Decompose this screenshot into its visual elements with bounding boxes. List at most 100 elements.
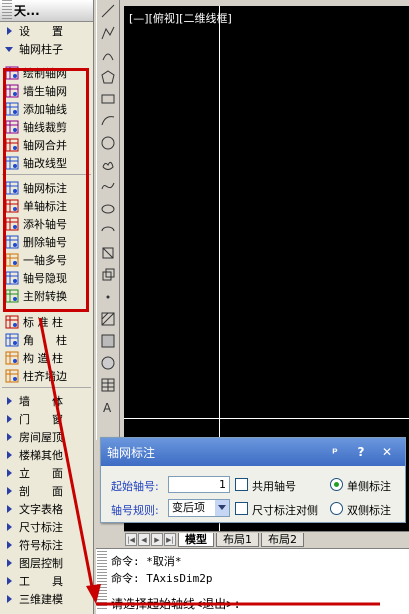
menu-item-label: 文字表格 [19,503,63,516]
axis-merge-icon [5,138,19,152]
prev-tab-icon[interactable]: ◀ [138,533,150,546]
tab-model[interactable]: 模型 [178,532,214,547]
triangle-right-icon [5,448,13,462]
menu-item[interactable]: 设 置 [0,22,93,40]
menu-item[interactable]: 一轴多号 [0,251,93,269]
menu-item[interactable]: 轴线裁剪 [0,118,93,136]
wall-axis-icon [5,84,19,98]
menu-item[interactable]: 主附转换 [0,287,93,305]
menu-item[interactable]: 工 具 [0,572,93,590]
menu-item[interactable]: 三维建模 [0,590,93,608]
menu-item[interactable]: 墙 体 [0,392,93,410]
viewport-label[interactable]: [—][俯视][二维线框] [129,10,232,26]
rule-select[interactable]: 变后项 [168,499,230,517]
menu-item[interactable]: 房间屋顶 [0,428,93,446]
axis-linetype-icon [5,156,19,170]
table-icon[interactable] [98,374,118,396]
polyline-icon[interactable] [98,22,118,44]
tab-layout2[interactable]: 布局2 [261,532,304,547]
drag-grip-icon[interactable] [2,0,12,21]
grid-draw-icon [5,66,19,80]
mtext-icon[interactable]: A [98,396,118,418]
single-side-radio[interactable] [330,478,343,491]
triangle-right-icon [5,412,13,426]
menu-item-label: 添加轴线 [23,103,67,116]
corner-column-icon [5,333,19,347]
circle-icon[interactable] [98,132,118,154]
menu-item[interactable]: 轴改线型 [0,154,93,172]
make-block-icon[interactable] [98,264,118,286]
triangle-right-icon [5,394,13,408]
polygon-icon[interactable] [98,66,118,88]
command-line[interactable]: 命令: *取消* 命令: TAxisDim2p 请选择起始轴线<退出>: [96,548,409,614]
line-icon[interactable] [98,0,118,22]
screen-menu-title[interactable]: 天... [0,0,93,22]
menu-item-label: 主附转换 [23,290,67,303]
close-icon[interactable]: ✕ [379,444,395,460]
next-tab-icon[interactable]: ▶ [151,533,163,546]
menu-item[interactable]: 符号标注 [0,536,93,554]
menu-item[interactable]: 立 面 [0,464,93,482]
start-number-input[interactable]: 1 [168,476,230,493]
delete-axis-number-icon [5,235,19,249]
menu-item-label: 轴网标注 [23,182,67,195]
menu-item[interactable]: 轴网合并 [0,136,93,154]
menu-item[interactable]: 门 窗 [0,410,93,428]
add-axis-number-icon [5,217,19,231]
chevron-down-icon[interactable] [215,500,229,516]
spline-icon[interactable] [98,176,118,198]
menu-item[interactable]: 尺寸标注 [0,518,93,536]
help-icon[interactable]: ? [353,444,369,460]
hatch-icon[interactable] [98,308,118,330]
arc-icon[interactable] [98,44,118,66]
tab-layout1[interactable]: 布局1 [216,532,259,547]
menu-item[interactable]: 构 造 柱 [0,349,93,367]
rule-select-value: 变后项 [172,501,205,514]
menu-item[interactable]: 绘制轴网 [0,64,93,82]
gradient-icon[interactable] [98,330,118,352]
point-icon[interactable] [98,286,118,308]
drag-grip-icon[interactable] [97,551,107,611]
menu-item[interactable]: 文字表格 [0,500,93,518]
menu-item[interactable]: 图层控制 [0,554,93,572]
menu-item-label: 轴线裁剪 [23,121,67,134]
region-icon[interactable] [98,352,118,374]
command-prompt[interactable]: 请选择起始轴线<退出>: [111,595,241,612]
menu-item[interactable]: 轴网标注 [0,179,93,197]
ellipse-icon[interactable] [98,198,118,220]
menu-item-label: 工 具 [19,575,63,588]
first-tab-icon[interactable]: |◀ [125,533,137,546]
layout-tabs: |◀ ◀ ▶ ▶| 模型 布局1 布局2 [124,531,409,547]
dim-opposite-checkbox[interactable] [235,502,248,515]
menu-item[interactable]: 标 准 柱 [0,313,93,331]
menu-item[interactable]: 楼梯其他 [0,446,93,464]
menu-list: 设 置轴网柱子绘制轴网 墙生轴网添加轴线轴线裁剪轴网合并 轴改线型轴网标注单轴标注添… [0,22,93,608]
menu-item[interactable]: 墙生轴网 [0,82,93,100]
pin-icon[interactable]: ᵖ [327,444,343,460]
menu-item[interactable]: 添补轴号 [0,215,93,233]
insert-block-icon[interactable] [98,242,118,264]
menu-item-label: 设 置 [19,25,63,38]
svg-text:A: A [103,401,112,415]
dialog-titlebar[interactable]: 轴网标注 ᵖ ? ✕ [101,438,405,466]
triangle-right-icon [5,520,13,534]
menu-item[interactable]: 柱齐墙边 [0,367,93,385]
screen-menu: 天... 设 置轴网柱子绘制轴网 墙生轴网添加轴线轴线裁剪轴网合并 轴改线型轴网标注… [0,0,94,614]
menu-item[interactable]: 剖 面 [0,482,93,500]
triangle-right-icon [5,538,13,552]
menu-item[interactable]: 添加轴线 [0,100,93,118]
menu-item-label: 单轴标注 [23,200,67,213]
menu-item[interactable]: 单轴标注 [0,197,93,215]
menu-item[interactable]: 角 柱 [0,331,93,349]
last-tab-icon[interactable]: ▶| [164,533,176,546]
curve-icon[interactable] [98,110,118,132]
revcloud-icon[interactable] [98,154,118,176]
menu-item[interactable]: 轴网柱子 [0,40,93,58]
menu-item[interactable]: 删除轴号 [0,233,93,251]
rectangle-icon[interactable] [98,88,118,110]
menu-item-label: 一轴多号 [23,254,67,267]
double-side-radio[interactable] [330,502,343,515]
menu-item[interactable]: 轴号隐现 [0,269,93,287]
ellipse-arc-icon[interactable] [98,220,118,242]
share-number-checkbox[interactable] [235,478,248,491]
